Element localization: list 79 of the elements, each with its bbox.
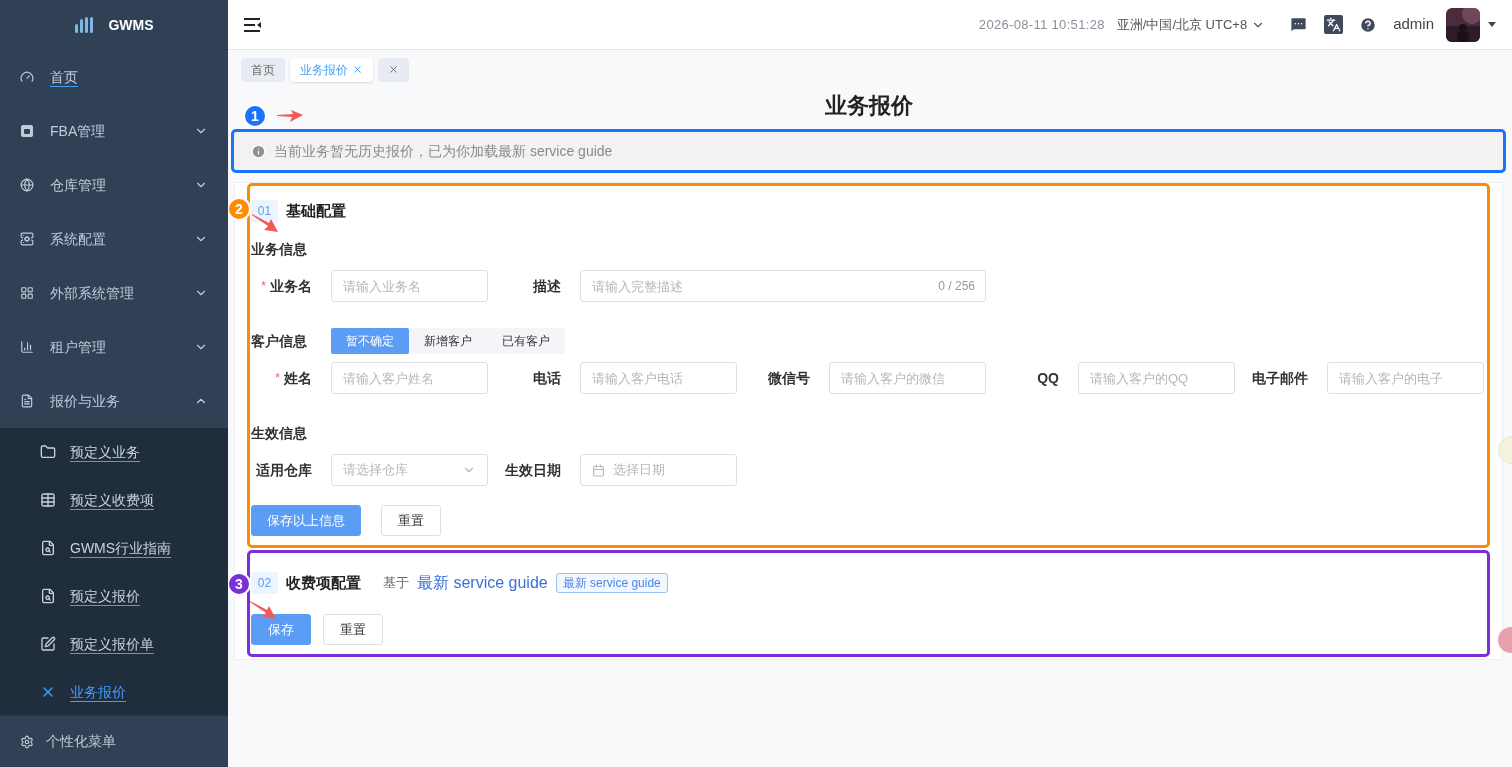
timezone-dropdown[interactable]: 亚洲/中国/北京 UTC+8 bbox=[1116, 14, 1266, 35]
document-icon bbox=[20, 394, 34, 408]
reset-button[interactable]: 重置 bbox=[323, 614, 383, 645]
submenu-item[interactable]: GWMS行业指南 bbox=[0, 524, 228, 572]
field-label: 适用仓库 bbox=[256, 460, 312, 480]
field-label: 业务名 bbox=[270, 276, 312, 296]
text-field[interactable]: 请输入客户的电子 bbox=[1327, 362, 1484, 394]
menu-item[interactable]: FBA管理 bbox=[0, 104, 228, 158]
bar-chart-icon bbox=[20, 340, 34, 354]
field-label: 电话 bbox=[533, 368, 561, 388]
section-number: 01 bbox=[251, 200, 278, 222]
segment-option[interactable]: 新增客户 bbox=[409, 328, 487, 354]
menu-item[interactable]: 仓库管理 bbox=[0, 158, 228, 212]
close-icon[interactable] bbox=[388, 64, 399, 75]
close-icon[interactable] bbox=[352, 64, 363, 75]
help-icon[interactable] bbox=[1359, 15, 1378, 34]
service-guide-link[interactable]: 最新 service guide bbox=[417, 571, 548, 595]
text-field[interactable]: 请输入客户电话 bbox=[580, 362, 737, 394]
required-mark: * bbox=[274, 369, 280, 388]
based-on-text: 基于 bbox=[383, 574, 409, 593]
submenu-item[interactable]: 预定义业务 bbox=[0, 428, 228, 476]
section-title: 收费项配置 bbox=[286, 572, 361, 593]
text-field[interactable]: 请输入业务名 bbox=[331, 270, 488, 302]
dashboard-icon bbox=[20, 70, 34, 84]
submenu-item[interactable]: 预定义报价单 bbox=[0, 620, 228, 668]
field-label: 电子邮件 bbox=[1252, 368, 1308, 388]
version-tag: 最新 service guide bbox=[555, 573, 668, 593]
folder-icon bbox=[40, 444, 56, 460]
menu-item[interactable]: 首页 bbox=[0, 50, 228, 104]
document-icon bbox=[40, 540, 56, 556]
group-heading: 生效信息 bbox=[251, 423, 308, 443]
logo-text: GWMS bbox=[108, 15, 154, 35]
menu-item[interactable]: 报价与业务 bbox=[0, 374, 228, 428]
server-icon bbox=[20, 232, 34, 246]
group-heading: 客户信息 bbox=[251, 331, 308, 351]
group-heading: 业务信息 bbox=[251, 239, 308, 259]
submenu-item[interactable]: 预定义收费项 bbox=[0, 476, 228, 524]
box-icon bbox=[20, 124, 34, 138]
text-field[interactable]: 请输入客户的QQ bbox=[1078, 362, 1235, 394]
section-title: 基础配置 bbox=[286, 200, 346, 221]
caret-down-icon[interactable] bbox=[1488, 22, 1496, 27]
annotation-badge: 2 bbox=[228, 197, 251, 221]
text-field[interactable]: 请输入客户姓名 bbox=[331, 362, 488, 394]
field-label: QQ bbox=[1037, 368, 1059, 388]
page-title: 业务报价 bbox=[824, 92, 913, 120]
message-icon[interactable] bbox=[1289, 15, 1309, 34]
text-field[interactable]: 请输入客户的微信 bbox=[829, 362, 986, 394]
reset-button[interactable]: 重置 bbox=[381, 505, 441, 536]
annotation-badge: 3 bbox=[228, 572, 251, 596]
required-mark: * bbox=[260, 277, 266, 296]
submenu-item[interactable]: 预定义报价 bbox=[0, 572, 228, 620]
menu-icon[interactable] bbox=[244, 17, 262, 32]
alert-text: 当前业务暂无历史报价，已为你加载最新 service guide bbox=[274, 141, 613, 161]
info-icon bbox=[251, 143, 266, 159]
pointer-arrow-icon bbox=[250, 600, 276, 620]
globe-icon bbox=[20, 178, 34, 192]
field-label: 生效日期 bbox=[505, 460, 561, 480]
menu-item[interactable]: 租户管理 bbox=[0, 320, 228, 374]
field-label: 微信号 bbox=[768, 368, 810, 388]
field-label: 姓名 bbox=[284, 368, 312, 388]
datetime-text: 2026-08-11 10:51:28 bbox=[978, 15, 1105, 34]
pointer-arrow-icon bbox=[277, 110, 303, 122]
page-tab[interactable]: 首页 bbox=[241, 57, 285, 82]
document-icon bbox=[40, 588, 56, 604]
edit-icon bbox=[40, 636, 56, 652]
menu-item[interactable]: 外部系统管理 bbox=[0, 266, 228, 320]
field-label: 描述 bbox=[533, 276, 561, 296]
grid-icon bbox=[20, 286, 34, 300]
annotation-badge: 1 bbox=[243, 104, 267, 128]
translate-icon[interactable] bbox=[1324, 15, 1344, 34]
submenu-item[interactable]: 业务报价 bbox=[0, 668, 228, 716]
menu-item[interactable]: 系统配置 bbox=[0, 212, 228, 266]
section-number: 02 bbox=[251, 572, 278, 594]
pointer-arrow-icon bbox=[252, 213, 278, 233]
segment-option[interactable]: 已有客户 bbox=[487, 328, 565, 354]
table-icon bbox=[40, 492, 56, 508]
calendar-icon bbox=[592, 463, 605, 477]
settings-icon bbox=[20, 734, 34, 749]
username[interactable]: admin bbox=[1393, 13, 1434, 36]
